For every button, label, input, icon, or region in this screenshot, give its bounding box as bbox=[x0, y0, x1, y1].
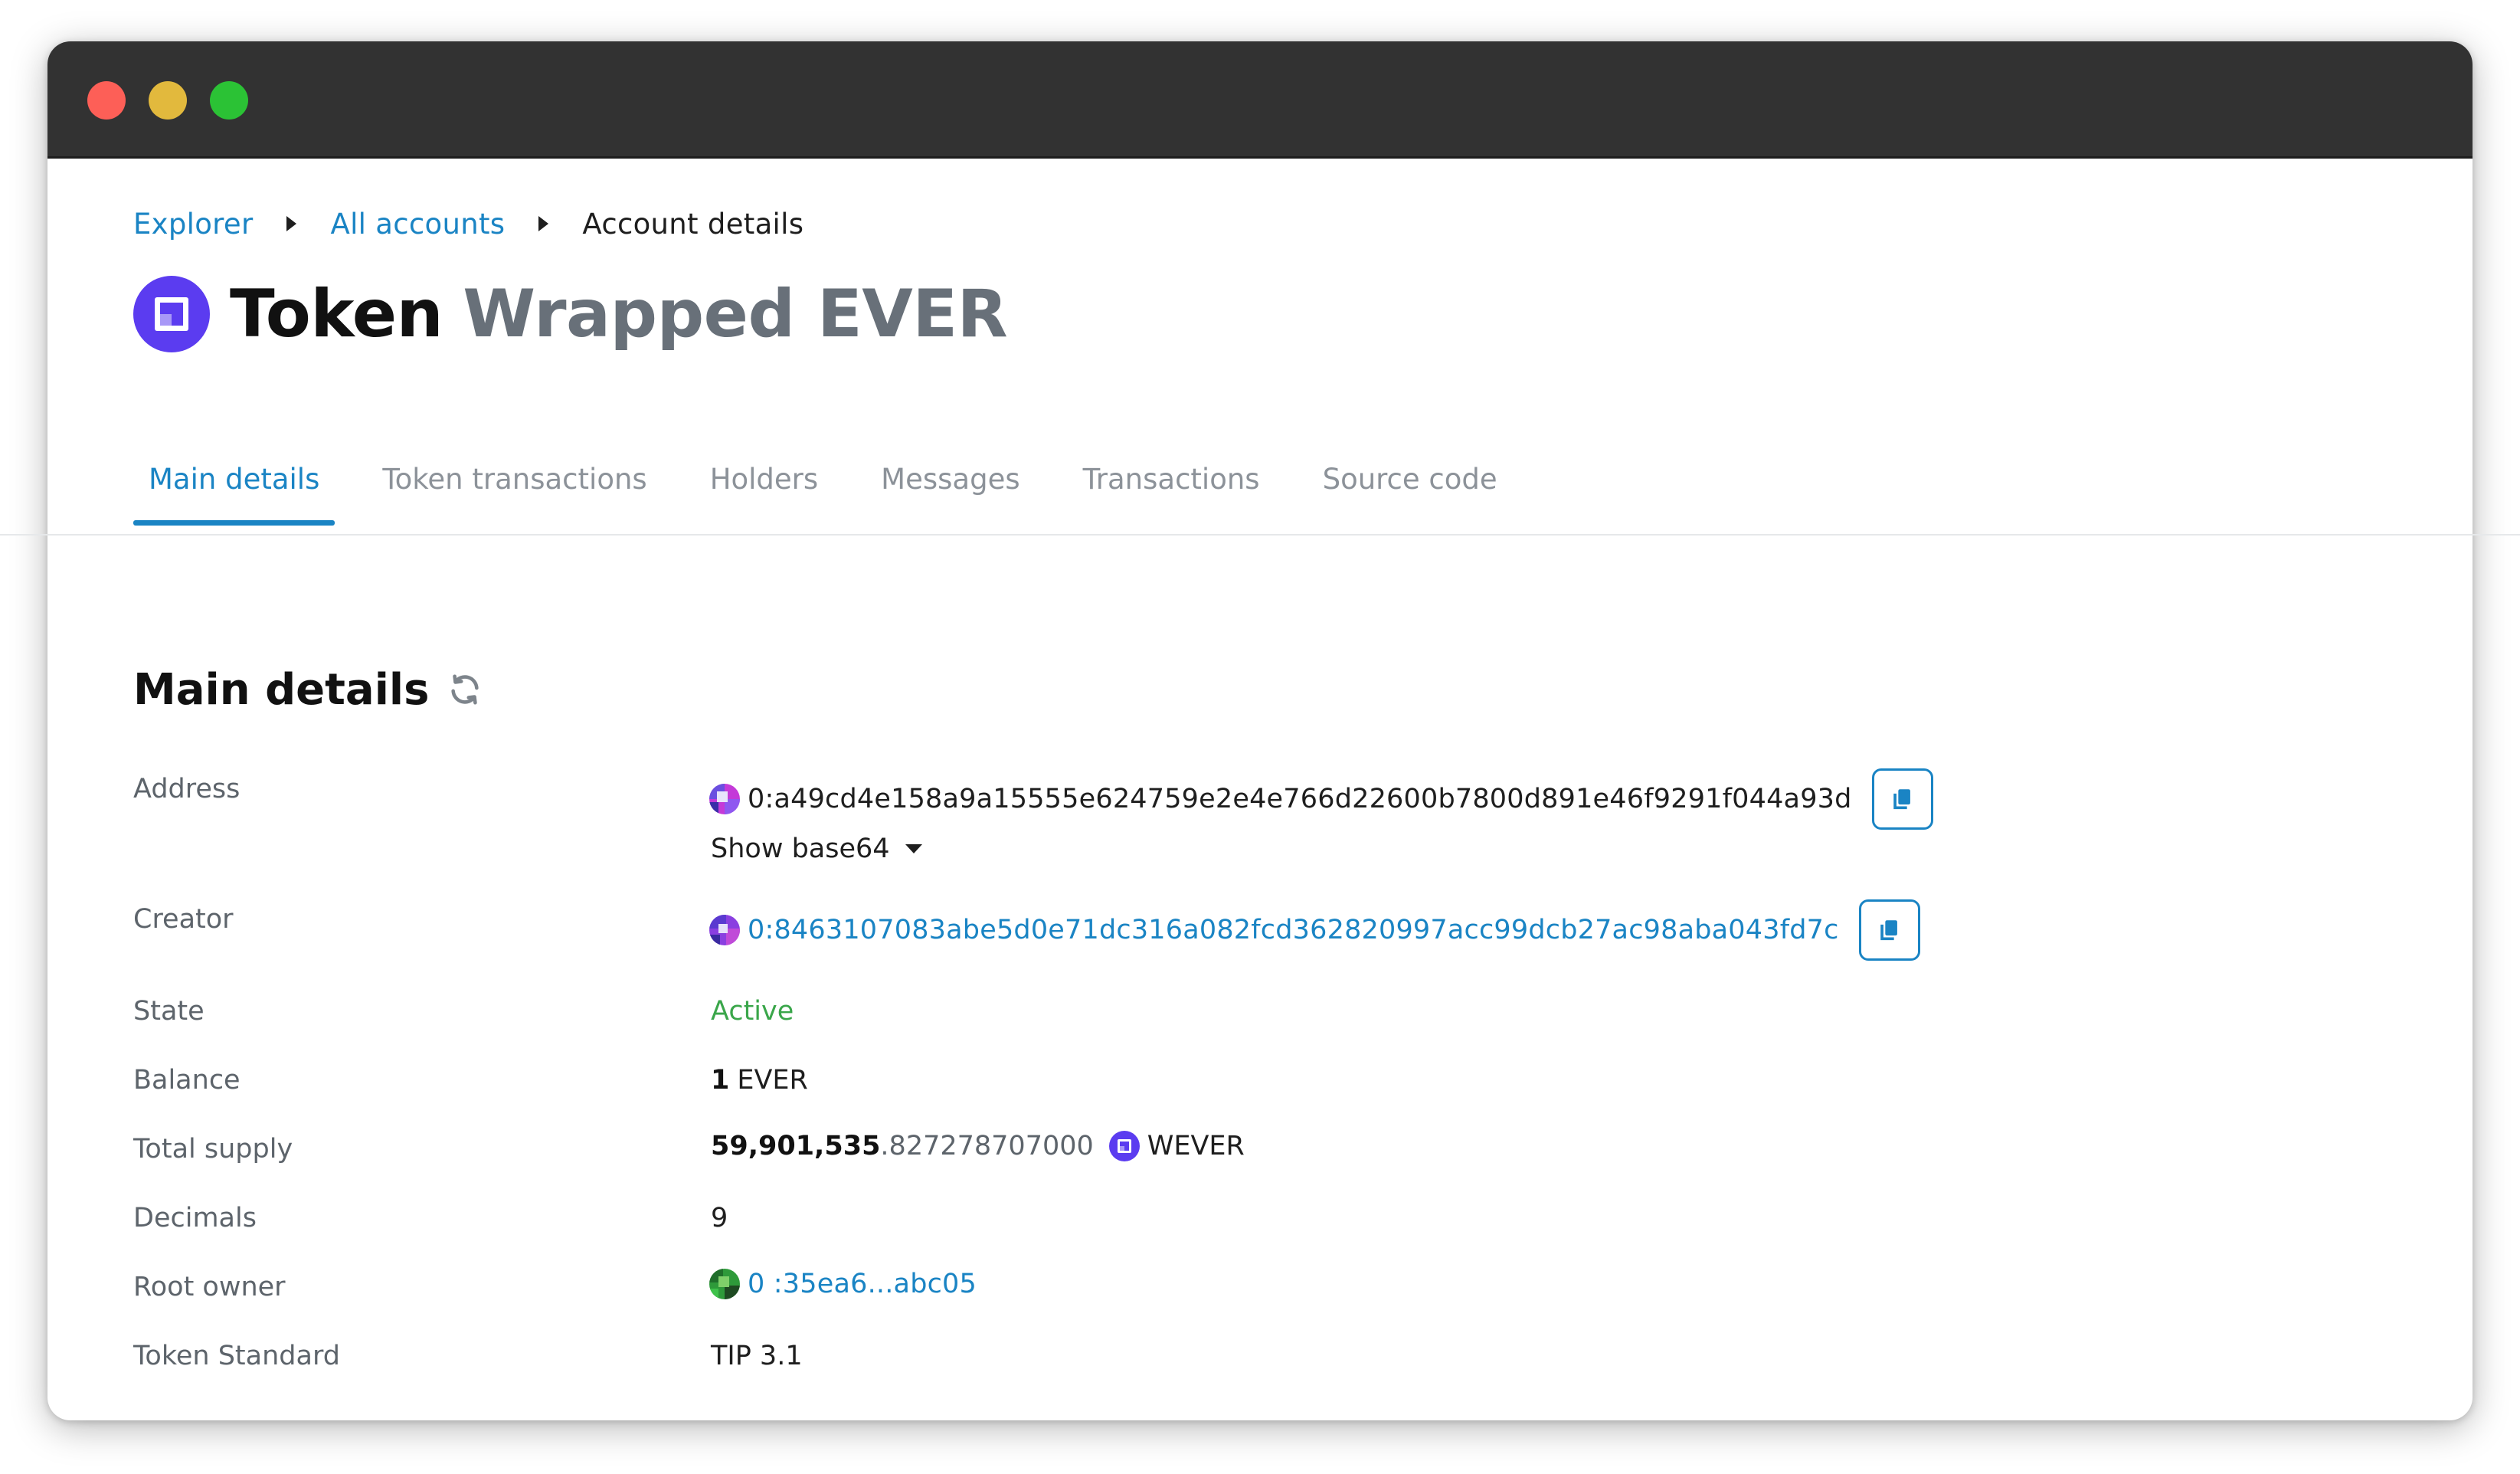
window-titlebar bbox=[47, 41, 2473, 159]
balance-value: 1 EVER bbox=[711, 1065, 808, 1096]
breadcrumb: Explorer All accounts Account details bbox=[133, 201, 803, 247]
copy-icon bbox=[1893, 789, 1910, 810]
token-standard-label: Token Standard bbox=[133, 1341, 340, 1371]
title-prefix: Token bbox=[230, 276, 443, 352]
balance-amount: 1 bbox=[711, 1065, 730, 1096]
section-title-text: Main details bbox=[133, 664, 430, 715]
tab-messages[interactable]: Messages bbox=[866, 452, 1035, 526]
show-base64-label: Show base64 bbox=[711, 834, 890, 864]
balance-label: Balance bbox=[133, 1065, 241, 1096]
address-label: Address bbox=[133, 774, 241, 804]
root-owner-label: Root owner bbox=[133, 1272, 286, 1302]
total-supply-value: 59,901,535 .827278707000 WEVER bbox=[711, 1131, 1245, 1161]
balance-currency: EVER bbox=[737, 1065, 808, 1096]
show-base64-toggle[interactable]: Show base64 bbox=[711, 834, 922, 864]
wever-token-icon bbox=[1108, 1131, 1140, 1161]
wrapped-ever-logo-icon bbox=[133, 276, 210, 352]
breadcrumb-separator-icon bbox=[286, 216, 297, 231]
creator-address-link[interactable]: 0:8463107083abe5d0e71dc316a082fcd3628209… bbox=[748, 915, 1839, 945]
breadcrumb-separator-icon bbox=[538, 216, 549, 231]
breadcrumb-explorer-link[interactable]: Explorer bbox=[133, 208, 253, 241]
maximize-window-button[interactable] bbox=[210, 81, 248, 120]
minimize-window-button[interactable] bbox=[149, 81, 187, 120]
root-owner-link[interactable]: 0 :35ea6...abc05 bbox=[748, 1269, 977, 1299]
tab-bar: Main details Token transactions Holders … bbox=[133, 452, 1545, 536]
address-text[interactable]: 0:a49cd4e158a9a15555e624759e2e4e766d2260… bbox=[748, 784, 1852, 814]
address-avatar-icon bbox=[709, 1269, 740, 1299]
tab-source-code[interactable]: Source code bbox=[1307, 452, 1513, 526]
section-title: Main details bbox=[133, 659, 483, 720]
address-avatar-icon bbox=[709, 915, 740, 945]
address-avatar-icon bbox=[709, 784, 740, 814]
page-title: Token Wrapped EVER bbox=[133, 268, 1008, 360]
address-value: 0:a49cd4e158a9a15555e624759e2e4e766d2260… bbox=[709, 768, 1933, 830]
token-name: Wrapped EVER bbox=[463, 276, 1008, 352]
creator-label: Creator bbox=[133, 904, 234, 935]
tab-token-transactions[interactable]: Token transactions bbox=[367, 452, 662, 526]
creator-value: 0:8463107083abe5d0e71dc316a082fcd3628209… bbox=[709, 899, 1920, 961]
decimals-label: Decimals bbox=[133, 1203, 257, 1233]
tab-main-details[interactable]: Main details bbox=[133, 452, 335, 526]
copy-icon bbox=[1880, 920, 1897, 941]
breadcrumb-all-accounts-link[interactable]: All accounts bbox=[330, 208, 505, 241]
decimals-value: 9 bbox=[711, 1203, 728, 1233]
root-owner-value: 0 :35ea6...abc05 bbox=[709, 1269, 977, 1299]
total-supply-integer: 59,901,535 bbox=[711, 1131, 881, 1161]
state-value: Active bbox=[711, 996, 794, 1027]
tabs-divider bbox=[0, 534, 2520, 536]
chevron-down-icon bbox=[905, 844, 922, 853]
total-supply-label: Total supply bbox=[133, 1134, 293, 1164]
tab-holders[interactable]: Holders bbox=[695, 452, 833, 526]
total-supply-symbol: WEVER bbox=[1147, 1131, 1245, 1161]
refresh-icon[interactable] bbox=[447, 672, 483, 707]
copy-creator-button[interactable] bbox=[1858, 899, 1920, 961]
close-window-button[interactable] bbox=[87, 81, 126, 120]
total-supply-fraction: .827278707000 bbox=[880, 1131, 1094, 1161]
breadcrumb-current: Account details bbox=[582, 207, 804, 241]
tab-transactions[interactable]: Transactions bbox=[1068, 452, 1275, 526]
copy-address-button[interactable] bbox=[1871, 768, 1933, 830]
browser-window bbox=[47, 41, 2473, 1420]
state-label: State bbox=[133, 996, 205, 1027]
token-standard-value: TIP 3.1 bbox=[711, 1341, 803, 1371]
